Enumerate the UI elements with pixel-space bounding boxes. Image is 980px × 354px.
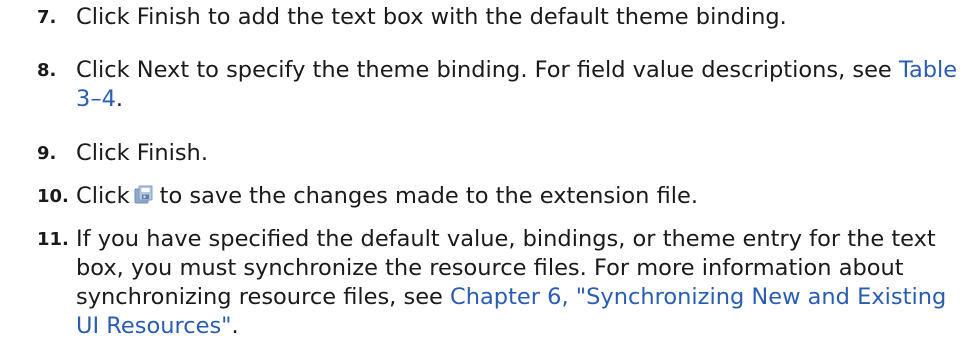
step-7: 7. Click Finish to add the text box with… <box>0 3 975 32</box>
step-text: Click to save the changes made to the ex… <box>76 182 975 211</box>
step-10: 10. Click to save the changes made to th… <box>0 182 975 211</box>
step-text-after: . <box>115 86 124 112</box>
step-number: 9. <box>37 143 57 164</box>
step-8: 8. Click Next to specify the theme bindi… <box>0 56 975 114</box>
step-text: Click Finish to add the text box with th… <box>76 4 787 30</box>
step-text-before: Click Next to specify the theme binding.… <box>76 57 899 83</box>
step-text-before: Click <box>76 183 130 209</box>
step-text-after: . <box>231 313 239 339</box>
step-text: Click Next to specify the theme binding.… <box>76 56 975 114</box>
step-number: 8. <box>37 60 57 81</box>
step-number: 11. <box>37 229 69 250</box>
step-number: 10. <box>37 186 69 207</box>
step-text: Click Finish. <box>76 140 208 166</box>
step-11: 11. If you have specified the default va… <box>0 225 975 341</box>
step-text-after: to save the changes made to the extensio… <box>159 183 698 209</box>
save-all-icon <box>134 184 154 204</box>
step-number: 7. <box>37 7 57 28</box>
step-9: 9. Click Finish. <box>0 139 975 168</box>
step-text: If you have specified the default value,… <box>76 225 975 341</box>
